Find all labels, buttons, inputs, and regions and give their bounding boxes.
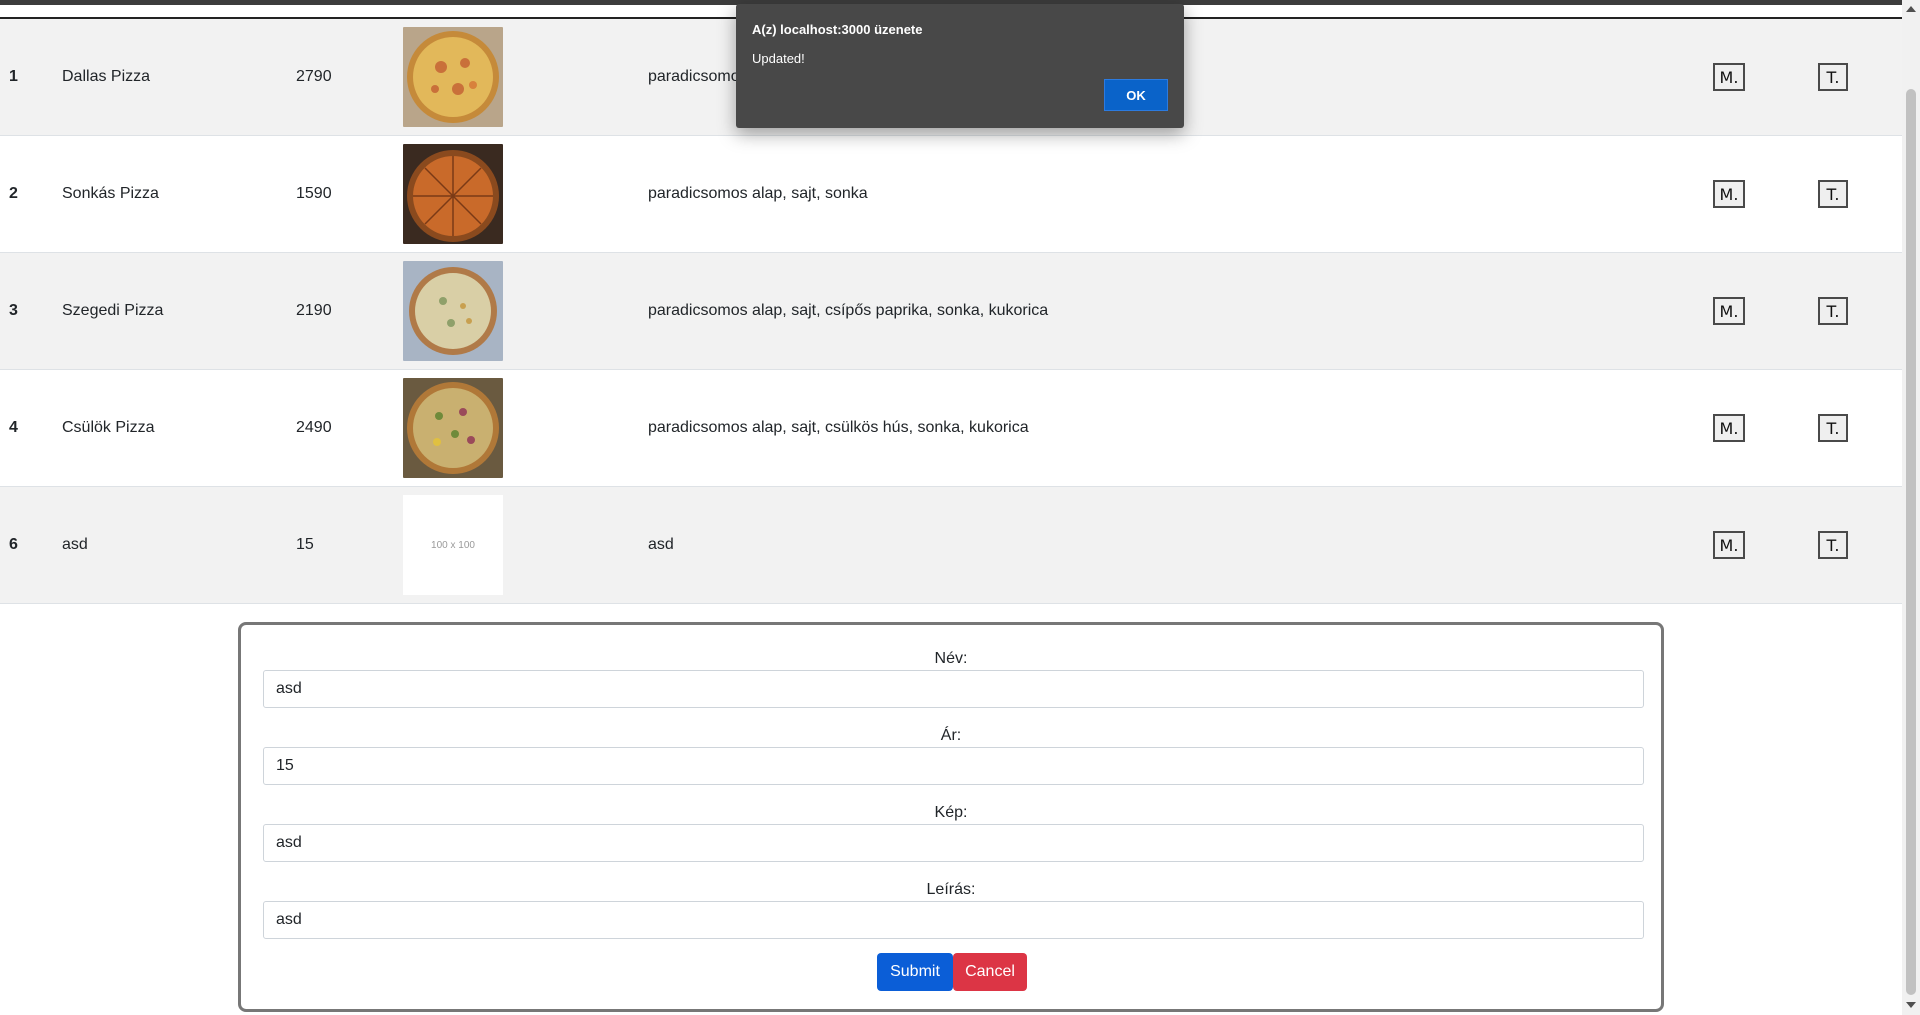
- row-image: [403, 253, 503, 369]
- table-row: 2 Sonkás Pizza 1590 paradicsomos alap, s…: [0, 136, 1902, 253]
- edit-button[interactable]: M.: [1713, 63, 1745, 91]
- alert-ok-button[interactable]: OK: [1104, 79, 1168, 111]
- edit-button[interactable]: M.: [1713, 531, 1745, 559]
- delete-button[interactable]: T.: [1818, 180, 1848, 208]
- row-price: 2190: [296, 302, 332, 319]
- pizza-image: [403, 144, 503, 244]
- row-image: [403, 370, 503, 486]
- delete-button[interactable]: T.: [1818, 63, 1848, 91]
- image-input[interactable]: [263, 824, 1644, 862]
- edit-button[interactable]: M.: [1713, 180, 1745, 208]
- scroll-down-arrow-icon[interactable]: [1906, 1002, 1916, 1008]
- row-id: 3: [9, 302, 18, 319]
- row-price: 15: [296, 536, 314, 553]
- row-id: 1: [9, 68, 18, 85]
- row-id: 2: [9, 185, 18, 202]
- scrollbar-thumb[interactable]: [1906, 89, 1916, 995]
- edit-form: Név: Ár: Kép: Leírás: Submit Cancel: [238, 622, 1664, 1012]
- submit-button[interactable]: Submit: [877, 953, 953, 991]
- row-image: 100 x 100: [403, 487, 503, 603]
- row-image: [403, 136, 503, 252]
- row-name: asd: [62, 536, 88, 553]
- row-image: [403, 19, 503, 135]
- pizza-image: [403, 27, 503, 127]
- row-price: 2790: [296, 68, 332, 85]
- placeholder-image: 100 x 100: [403, 495, 503, 595]
- row-description: asd: [648, 536, 674, 553]
- alert-dialog: A(z) localhost:3000 üzenete Updated! OK: [736, 4, 1184, 128]
- row-price: 1590: [296, 185, 332, 202]
- table-row: 6 asd 15 100 x 100 asd M. T.: [0, 487, 1902, 604]
- row-name: Csülök Pizza: [62, 419, 155, 436]
- image-label: Kép:: [934, 804, 968, 821]
- delete-button[interactable]: T.: [1818, 414, 1848, 442]
- price-label: Ár:: [940, 727, 962, 744]
- alert-message: Updated!: [752, 51, 805, 66]
- row-name: Sonkás Pizza: [62, 185, 159, 202]
- alert-title: A(z) localhost:3000 üzenete: [752, 22, 923, 37]
- row-name: Szegedi Pizza: [62, 302, 164, 319]
- edit-button[interactable]: M.: [1713, 414, 1745, 442]
- table-row: 4 Csülök Pizza 2490 paradicsomos alap, s…: [0, 370, 1902, 487]
- description-label: Leírás:: [926, 881, 976, 898]
- row-name: Dallas Pizza: [62, 68, 151, 85]
- row-price: 2490: [296, 419, 332, 436]
- row-id: 6: [9, 536, 18, 553]
- description-input[interactable]: [263, 901, 1644, 939]
- row-id: 4: [9, 419, 18, 436]
- row-description: paradicsomos alap, sajt, csülkös hús, so…: [648, 419, 1029, 436]
- name-input[interactable]: [263, 670, 1644, 708]
- pizza-image: [403, 261, 503, 361]
- scroll-up-arrow-icon[interactable]: [1906, 6, 1916, 12]
- edit-button[interactable]: M.: [1713, 297, 1745, 325]
- delete-button[interactable]: T.: [1818, 531, 1848, 559]
- price-input[interactable]: [263, 747, 1644, 785]
- row-description: paradicsomos alap, sajt, sonka: [648, 185, 868, 202]
- name-label: Név:: [934, 650, 968, 667]
- row-description: paradicsomos alap, sajt, csípős paprika,…: [648, 302, 1049, 319]
- table-row: 3 Szegedi Pizza 2190 paradicsomos alap, …: [0, 253, 1902, 370]
- delete-button[interactable]: T.: [1818, 297, 1848, 325]
- pizza-image: [403, 378, 503, 478]
- cancel-button[interactable]: Cancel: [953, 953, 1027, 991]
